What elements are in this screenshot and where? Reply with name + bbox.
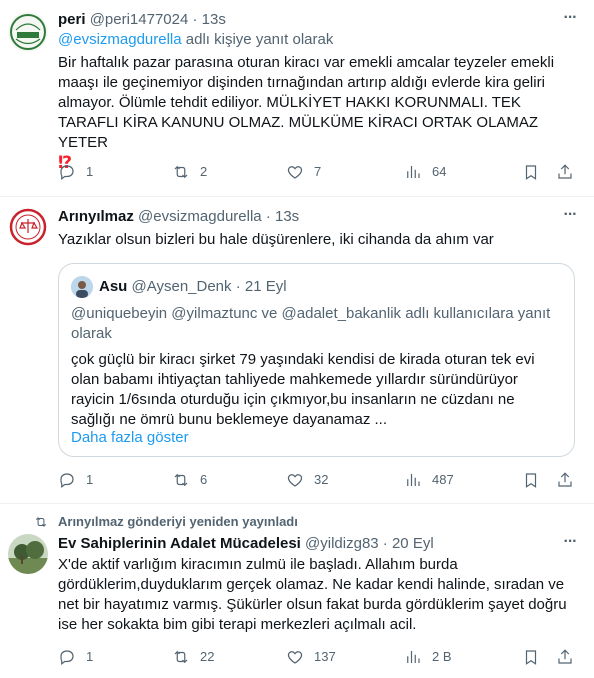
tweet-text: Yazıklar olsun bizleri bu hale düşürenle… bbox=[58, 230, 580, 250]
timestamp[interactable]: 13s bbox=[275, 208, 299, 225]
bookmark-icon bbox=[525, 165, 537, 180]
views-chart-icon bbox=[407, 166, 420, 178]
retweet-count: 6 bbox=[200, 472, 208, 487]
reply-button[interactable]: 1 bbox=[58, 647, 172, 667]
bookmark-button[interactable] bbox=[522, 163, 556, 181]
author-name[interactable]: Ev Sahiplerinin Adalet Mücadelesi bbox=[58, 535, 301, 552]
reply-context: @evsizmagdurella adlı kişiye yanıt olara… bbox=[58, 30, 333, 50]
retweet-count: 2 bbox=[200, 164, 208, 179]
timestamp[interactable]: 13s bbox=[202, 11, 226, 28]
retweet-icon bbox=[35, 517, 47, 527]
tweet-header: peri @peri1477024 · 13s bbox=[58, 10, 554, 30]
show-more-link[interactable]: Daha fazla göster bbox=[71, 428, 189, 448]
more-options-icon[interactable]: ··· bbox=[560, 532, 580, 552]
tweet-actions: 1 6 32 487 bbox=[58, 470, 584, 490]
separator: · bbox=[382, 535, 388, 552]
author-handle[interactable]: @yildizg83 bbox=[305, 535, 379, 552]
like-count: 7 bbox=[314, 164, 322, 179]
tweet-3[interactable]: Arınyılmaz gönderiyi yeniden yayınladı E… bbox=[0, 504, 594, 678]
heart-icon bbox=[287, 651, 303, 664]
reply-count: 1 bbox=[86, 472, 94, 487]
quote-header: Asu @Aysen_Denk · 21 Eyl bbox=[99, 277, 287, 297]
view-count: 2 B bbox=[432, 649, 452, 664]
quote-timestamp: 21 Eyl bbox=[244, 278, 287, 295]
retweet-count: 22 bbox=[200, 649, 215, 664]
bookmark-icon bbox=[525, 650, 537, 665]
quote-author-name: Asu bbox=[99, 278, 128, 295]
views-chart-icon bbox=[407, 651, 420, 663]
avatar[interactable] bbox=[8, 207, 48, 247]
reply-icon bbox=[60, 473, 74, 488]
views-button[interactable]: 487 bbox=[404, 470, 522, 490]
separator: · bbox=[265, 208, 271, 225]
tweet-text: X'de aktif varlığım kiracımın zulmü ile … bbox=[58, 555, 580, 635]
reply-context-text: adlı kişiye yanıt olarak bbox=[181, 31, 334, 48]
quoted-tweet[interactable]: Asu @Aysen_Denk · 21 Eyl @uniquebeyin @y… bbox=[58, 263, 575, 457]
quote-text: çok güçlü bir kiracı şirket 79 yaşındaki… bbox=[71, 351, 535, 428]
heart-icon bbox=[287, 474, 303, 487]
quote-author-handle: @Aysen_Denk bbox=[131, 278, 232, 295]
more-options-icon[interactable]: ··· bbox=[560, 205, 580, 225]
reply-count: 1 bbox=[86, 649, 94, 664]
retweet-icon bbox=[174, 650, 188, 664]
retweet-icon bbox=[174, 473, 188, 487]
reply-count: 1 bbox=[86, 164, 94, 179]
like-count: 137 bbox=[314, 649, 336, 664]
bookmark-icon bbox=[525, 473, 537, 488]
bookmark-button[interactable] bbox=[522, 648, 556, 666]
like-button[interactable]: 32 bbox=[286, 470, 404, 490]
author-name[interactable]: Arınyılmaz bbox=[58, 208, 134, 225]
tweet-header: Ev Sahiplerinin Adalet Mücadelesi @yildi… bbox=[58, 534, 554, 554]
like-count: 32 bbox=[314, 472, 329, 487]
share-button[interactable] bbox=[556, 471, 574, 489]
quote-reply-context: @uniquebeyin @yilmaztunc ve @adalet_baka… bbox=[71, 305, 551, 342]
author-name[interactable]: peri bbox=[58, 11, 86, 28]
share-icon bbox=[558, 164, 572, 179]
avatar[interactable] bbox=[8, 12, 48, 52]
like-button[interactable]: 137 bbox=[286, 647, 404, 667]
views-button[interactable]: 64 bbox=[404, 162, 522, 182]
more-options-icon[interactable]: ··· bbox=[560, 8, 580, 28]
reply-icon bbox=[60, 650, 74, 665]
author-handle[interactable]: @evsizmagdurella bbox=[138, 208, 262, 225]
separator: · bbox=[235, 278, 241, 295]
reply-mention-link[interactable]: @evsizmagdurella bbox=[58, 31, 182, 48]
timestamp[interactable]: 20 Eyl bbox=[392, 535, 434, 552]
bookmark-button[interactable] bbox=[522, 471, 556, 489]
separator: · bbox=[192, 11, 198, 28]
tweet-body: Yazıklar olsun bizleri bu hale düşürenle… bbox=[58, 231, 494, 248]
views-chart-icon bbox=[407, 474, 420, 486]
tweet-actions: 1 2 7 64 bbox=[58, 162, 584, 182]
tweet-1[interactable]: peri @peri1477024 · 13s ··· @evsizmagdur… bbox=[0, 0, 594, 197]
heart-icon bbox=[287, 166, 303, 179]
quote-avatar bbox=[71, 276, 93, 298]
reply-button[interactable]: 1 bbox=[58, 162, 172, 182]
tweet-actions: 1 22 137 2 B bbox=[58, 647, 584, 667]
author-handle[interactable]: @peri1477024 bbox=[90, 11, 189, 28]
tweet-body: Bir haftalık pazar parasına oturan kirac… bbox=[58, 54, 555, 151]
retweet-button[interactable]: 2 bbox=[172, 162, 286, 182]
share-button[interactable] bbox=[556, 163, 574, 181]
retweet-context[interactable]: Arınyılmaz gönderiyi yeniden yayınladı bbox=[34, 514, 298, 530]
view-count: 64 bbox=[432, 164, 447, 179]
like-button[interactable]: 7 bbox=[286, 162, 404, 182]
retweeted-by-text: Arınyılmaz gönderiyi yeniden yayınladı bbox=[58, 514, 298, 529]
reply-button[interactable]: 1 bbox=[58, 470, 172, 490]
retweet-button[interactable]: 6 bbox=[172, 470, 286, 490]
tweet-body: X'de aktif varlığım kiracımın zulmü ile … bbox=[58, 556, 567, 633]
avatar[interactable] bbox=[8, 534, 48, 574]
share-button[interactable] bbox=[556, 648, 574, 666]
views-button[interactable]: 2 B bbox=[404, 647, 522, 667]
tweet-text: Bir haftalık pazar parasına oturan kirac… bbox=[58, 53, 580, 174]
retweet-icon bbox=[174, 165, 188, 179]
tweet-2[interactable]: Arınyılmaz @evsizmagdurella · 13s ··· Ya… bbox=[0, 197, 594, 504]
reply-icon bbox=[60, 165, 74, 180]
share-icon bbox=[558, 649, 572, 664]
view-count: 487 bbox=[432, 472, 454, 487]
retweet-button[interactable]: 22 bbox=[172, 647, 286, 667]
share-icon bbox=[558, 472, 572, 487]
tweet-header: Arınyılmaz @evsizmagdurella · 13s bbox=[58, 207, 554, 227]
